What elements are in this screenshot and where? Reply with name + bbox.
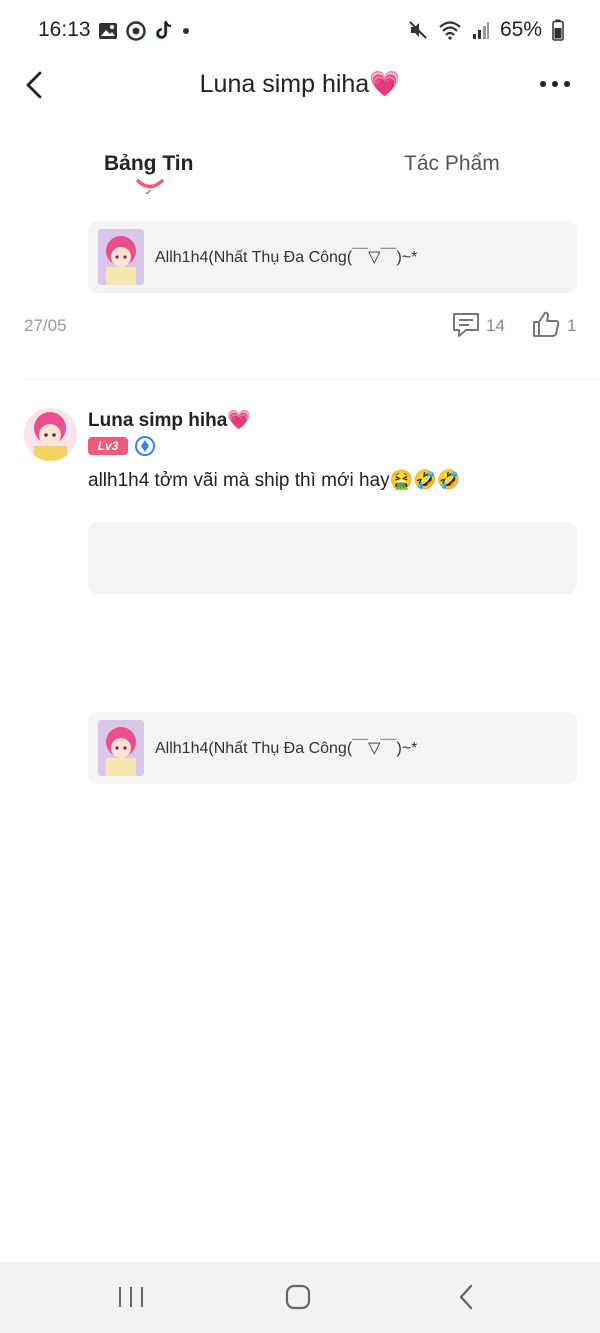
story-title: Allh1h4(Nhất Thụ Đa Công(￣▽￣)~* [155, 740, 418, 757]
wifi-icon [439, 21, 461, 40]
comment-icon[interactable] [452, 312, 480, 338]
active-tab-indicator [136, 179, 164, 189]
author-name[interactable]: Luna simp hiha💗 [88, 408, 251, 432]
battery-icon [552, 19, 564, 41]
tab-feed[interactable]: Bảng Tin [104, 152, 193, 176]
feed-post: Luna simp hiha💗 Lv3 allh1h4 tởm vãi mà s… [0, 380, 600, 784]
level-badge: Lv3 [88, 437, 128, 455]
story-card[interactable]: Allh1h4(Nhất Thụ Đa Công(￣▽￣)~* [88, 221, 577, 293]
profile-tabs: Bảng Tin Tác Phẩm [0, 140, 600, 190]
back-icon[interactable] [452, 1284, 482, 1310]
status-system-icons: 65% [408, 18, 564, 42]
thumbs-up-icon[interactable] [532, 310, 560, 338]
battery-percent: 65% [499, 18, 542, 41]
app-header: Luna simp hiha💗 [0, 60, 600, 110]
status-bar: 16:13 65% [0, 0, 600, 60]
post-text: còn hay hơn... [88, 190, 568, 200]
post-date: 27/05 [24, 316, 67, 335]
gallery-icon [99, 23, 117, 39]
comment-count: 14 [486, 316, 505, 335]
status-notification-icons [98, 20, 190, 42]
mute-icon [409, 21, 427, 39]
story-card[interactable] [88, 522, 577, 594]
story-card[interactable]: Allh1h4(Nhất Thụ Đa Công(￣▽￣)~* [88, 712, 577, 784]
tab-works[interactable]: Tác Phẩm [404, 152, 500, 176]
dot-icon [183, 28, 189, 34]
more-horizontal-icon[interactable] [538, 74, 572, 94]
page-title: Luna simp hiha💗 [199, 70, 401, 98]
story-cover-image [98, 720, 144, 776]
story-cover-image [98, 229, 144, 285]
tiktok-icon [155, 21, 172, 40]
status-time: 16:13 [38, 18, 91, 41]
verified-badge-icon [135, 436, 155, 456]
chrome-icon [126, 21, 146, 41]
system-nav-bar [0, 1262, 600, 1333]
post-text: allh1h4 tởm vãi mà ship thì mới hay🤮🤣🤣 [88, 470, 461, 491]
story-title: Allh1h4(Nhất Thụ Đa Công(￣▽￣)~* [155, 249, 418, 266]
feed-post: còn hay hơn... Allh1h4(Nhất Thụ Đa Công(… [0, 190, 600, 380]
signal-icon [472, 22, 489, 39]
feed-list[interactable]: còn hay hơn... Allh1h4(Nhất Thụ Đa Công(… [0, 190, 600, 1262]
avatar[interactable] [24, 408, 77, 461]
home-icon[interactable] [283, 1284, 313, 1310]
recent-apps-icon[interactable] [116, 1284, 146, 1310]
like-count: 1 [567, 316, 577, 335]
